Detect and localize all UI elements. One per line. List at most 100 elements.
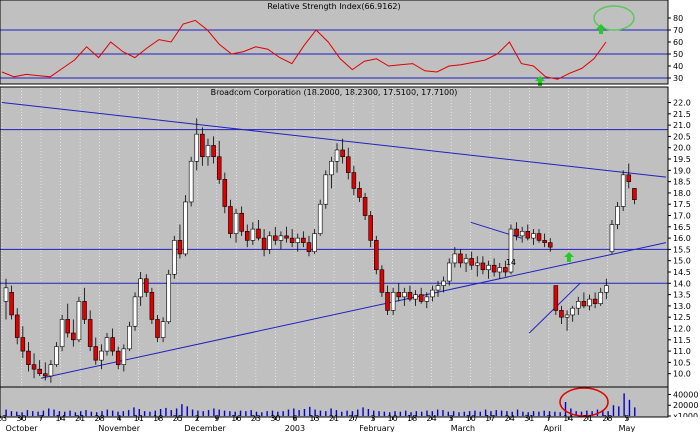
price-tick-label: 22.0	[673, 99, 691, 108]
candle-body	[480, 262, 486, 271]
x-day-label: 21	[329, 414, 339, 423]
x-day-label: 30	[270, 414, 280, 423]
candle-body	[503, 267, 508, 273]
candle-body	[267, 235, 272, 250]
candle-body	[620, 174, 626, 207]
candle-body	[244, 231, 250, 241]
candle-body	[519, 231, 525, 237]
volume-bar	[303, 409, 306, 416]
price-tick-label: 21.5	[673, 110, 691, 119]
candle-body	[261, 237, 267, 250]
candle-body	[284, 235, 289, 239]
x-day-label: 30	[16, 414, 26, 423]
volume-tick-label: 40000	[673, 390, 698, 399]
rsi-tick-label: 80	[673, 14, 683, 23]
candle-body	[31, 364, 37, 370]
candle-body	[20, 337, 26, 352]
x-day-label: 23	[0, 414, 7, 423]
candle-body	[632, 188, 637, 200]
candle-body	[525, 231, 531, 239]
price-tick-label: 17.5	[673, 200, 691, 209]
x-day-label: 14	[563, 414, 573, 423]
candle-body	[99, 350, 104, 361]
candle-body	[138, 278, 143, 298]
x-day-label: 4	[117, 414, 122, 423]
volume-bar	[85, 410, 87, 416]
candle-body	[374, 240, 379, 271]
candle-body	[194, 133, 200, 162]
x-day-label: 5	[624, 414, 629, 423]
candle-body	[222, 179, 228, 207]
candle-body	[536, 233, 542, 241]
price-tick-label: 19.5	[673, 155, 691, 164]
candle-body	[250, 228, 256, 241]
price-tick-label: 16.5	[673, 223, 691, 232]
candle-body	[379, 269, 385, 293]
volume-bar	[149, 411, 151, 416]
candle-body	[475, 262, 480, 266]
candle-body	[402, 292, 407, 298]
volume-bar	[223, 410, 226, 416]
x-month-label: November	[98, 424, 140, 432]
candle-body	[312, 233, 317, 252]
candle-body	[9, 292, 14, 316]
price-tick-label: 12.0	[673, 325, 691, 334]
candle-body	[160, 321, 166, 338]
price-tick-label: 15.0	[673, 257, 691, 266]
candle-body	[407, 292, 413, 300]
rsi-tick-label: 40	[673, 62, 683, 71]
price-annotation-label: 14	[506, 258, 516, 267]
x-day-label: 10	[387, 414, 397, 423]
candle-body	[54, 346, 59, 365]
candle-body	[604, 285, 609, 293]
x-day-label: 28	[602, 414, 612, 423]
candle-body	[329, 160, 334, 176]
candle-body	[458, 253, 463, 264]
candle-body	[424, 296, 430, 302]
candle-body	[256, 228, 261, 239]
candle-body	[144, 278, 149, 293]
x-day-label: 18	[153, 414, 163, 423]
price-tick-label: 10.5	[673, 358, 691, 367]
volume-bar	[287, 409, 290, 416]
candle-body	[273, 235, 278, 241]
candle-body	[553, 285, 559, 311]
candle-body	[615, 206, 620, 225]
candle-body	[609, 224, 615, 252]
candle-body	[385, 292, 390, 311]
candle-body	[345, 156, 351, 173]
x-day-label: 21	[75, 414, 85, 423]
x-day-label: 14	[55, 414, 65, 423]
price-tick-label: 21.0	[673, 121, 691, 130]
candle-body	[155, 319, 160, 338]
volume-bar	[399, 411, 402, 416]
price-tick-label: 11.5	[673, 336, 691, 345]
volume-bar	[261, 412, 263, 416]
candle-body	[121, 348, 127, 365]
candle-body	[82, 301, 87, 320]
candle-body	[446, 262, 452, 282]
volume-bar	[165, 407, 167, 416]
candle-body	[587, 298, 592, 307]
volume-bar	[245, 411, 247, 416]
volume-bar	[479, 411, 481, 416]
price-tick-label: 18.0	[673, 189, 691, 198]
volume-bar	[106, 409, 109, 416]
volume-bar	[500, 410, 503, 416]
volume-bar	[543, 410, 545, 416]
candle-body	[14, 314, 20, 338]
volume-bar	[612, 405, 615, 416]
candle-body	[104, 337, 110, 352]
price-tick-label: 15.5	[673, 245, 691, 254]
volume-bar	[538, 411, 540, 416]
candle-body	[559, 310, 564, 318]
x-month-label: April	[544, 424, 562, 432]
rsi-panel-background	[0, 0, 668, 84]
candle-body	[334, 149, 340, 162]
volume-tick-label: 20000	[673, 401, 698, 410]
x-day-label: 10	[466, 414, 476, 423]
candle-body	[205, 145, 211, 158]
candle-body	[598, 292, 603, 304]
volume-bar	[298, 410, 300, 416]
candle-body	[340, 149, 345, 158]
